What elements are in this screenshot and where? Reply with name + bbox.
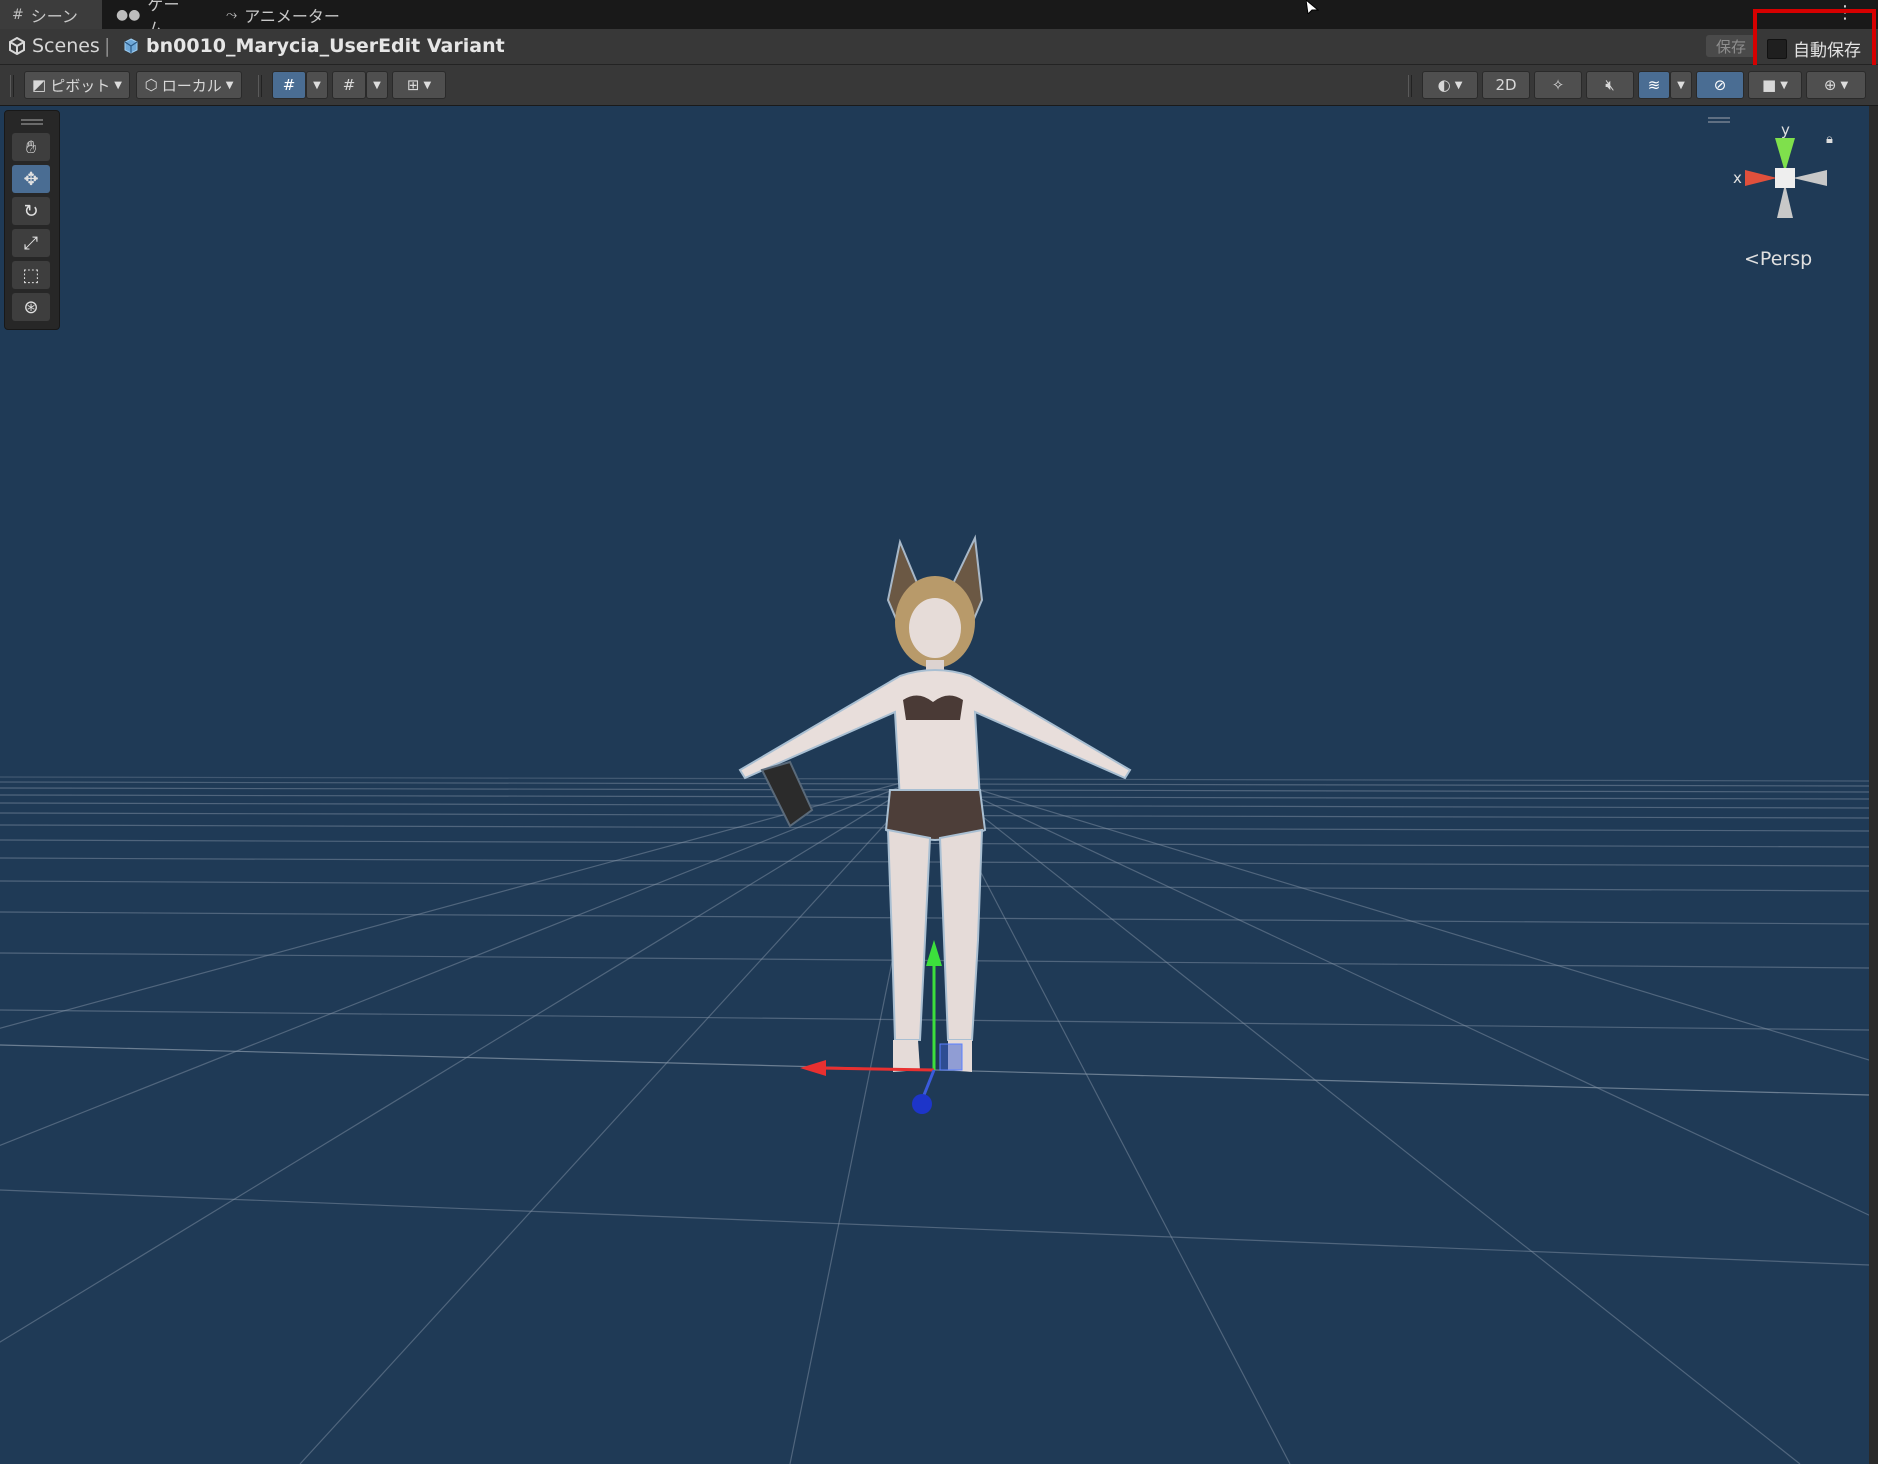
pivot-label: ピボット [50,76,111,95]
grid-ruler-dropdown[interactable]: ⊞ ▼ [392,71,446,99]
audio-toggle-button[interactable]: 🔇︎ [1586,71,1634,99]
rect-transform-icon: ⬚ [22,264,40,286]
effects-toggle-button[interactable]: ≋ [1638,71,1670,99]
tab-scene[interactable]: # シーン [0,0,102,29]
breadcrumb-separator: | [104,35,111,57]
chevron-down-icon: ▼ [373,79,381,91]
breadcrumb-scenes[interactable]: Scenes [8,35,100,57]
tools-overlay: ✋︎ ✥ ↻ ⤢ ⬚ ⊛ [4,110,60,330]
animator-icon: ⤳ [226,6,238,23]
unity-logo-icon [9,37,25,55]
chevron-down-icon: ▼ [114,79,122,91]
scene-breadcrumb: Scenes | bn0010_Marycia_UserEdit Variant… [0,29,1878,65]
chevron-down-icon: ▼ [1454,79,1463,91]
orientation-gizmo[interactable]: y x [1715,120,1845,240]
prefab-name: bn0010_Marycia_UserEdit Variant [146,35,505,57]
move-tool-button[interactable]: ✥ [12,165,50,193]
lighting-toggle-button[interactable]: ✧ [1534,71,1582,99]
hidden-eye-icon: ⊘ [1713,76,1727,94]
window-tab-bar: # シーン ●● ゲーム ⤳ アニメーター ⋮ [0,0,1878,38]
scale-tool-button[interactable]: ⤢ [12,229,50,257]
hand-tool-button[interactable]: ✋︎ [12,133,50,161]
chevron-down-icon: ▼ [423,79,432,91]
camera-settings-dropdown[interactable]: ■ ▼ [1748,71,1802,99]
rotate-icon: ↻ [23,200,39,222]
chevron-down-icon: ▼ [313,79,321,91]
save-button[interactable]: 保存 [1706,35,1756,57]
incremental-snap-button[interactable]: # [332,71,366,99]
lightbulb-icon: ✧ [1551,76,1565,94]
incremental-snap-icon: # [342,76,356,94]
tab-scene-label: シーン [30,6,78,26]
gizmo-globe-icon: ⊕ [1823,76,1837,94]
tab-game[interactable]: ●● ゲーム [104,0,204,38]
chevron-down-icon: ▼ [1840,79,1849,91]
grid-snap-button[interactable]: # [272,71,306,99]
toggle-2d-button[interactable]: 2D [1482,71,1530,99]
scene-viewport[interactable] [0,106,1869,1464]
chevron-down-icon: ▼ [1780,79,1788,91]
viewport-edge [1869,106,1878,1464]
chevron-left-icon: < [1744,248,1760,270]
rotate-tool-button[interactable]: ↻ [12,197,50,225]
scene-visibility-toggle[interactable]: ⊘ [1696,71,1744,99]
grid-snap-dropdown[interactable]: ▼ [306,71,328,99]
overlay-drag-handle[interactable] [21,119,43,125]
chevron-down-icon: ▼ [225,79,234,91]
toolbar-grip [1408,75,1412,97]
toolbar-grip [10,75,14,97]
camera-icon: ■ [1762,76,1777,94]
tab-animator[interactable]: ⤳ アニメーター [214,0,354,29]
grid-snap-icon: # [282,76,296,94]
space-dropdown[interactable]: ⬡ ローカル ▼ [136,71,242,99]
prefab-variant-icon [124,38,138,54]
effects-layers-icon: ≋ [1647,76,1661,94]
gizmo-x-label: x [1733,169,1742,187]
breadcrumb-scenes-label: Scenes [32,35,100,57]
chevron-down-icon: ▼ [1677,79,1685,91]
rect-tool-button[interactable]: ⬚ [12,261,50,289]
transform-icon: ⊛ [23,296,39,318]
local-cube-icon: ⬡ [144,76,158,94]
incremental-snap-dropdown[interactable]: ▼ [366,71,388,99]
scene-toolbar: ◩ ピボット ▼ ⬡ ローカル ▼ # ▼ # ▼ ⊞ ▼ ◐ ▼ 2D ✧ 🔇… [0,65,1878,106]
toolbar-grip [258,75,262,97]
speaker-mute-icon: 🔇︎ [1605,76,1615,94]
shading-mode-dropdown[interactable]: ◐ ▼ [1422,71,1478,99]
ruler-icon: ⊞ [406,76,420,94]
move-arrows-icon: ✥ [23,168,39,190]
projection-toggle[interactable]: <Persp [1744,248,1812,270]
scale-icon: ⤢ [23,232,39,254]
transform-tool-button[interactable]: ⊛ [12,293,50,321]
gizmos-dropdown[interactable]: ⊕ ▼ [1806,71,1866,99]
pivot-icon: ◩ [32,76,47,94]
pivot-dropdown[interactable]: ◩ ピボット ▼ [24,71,130,99]
space-label: ローカル [161,76,222,95]
mouse-cursor-icon [1306,0,1320,14]
shading-sphere-icon: ◐ [1437,76,1451,94]
gamepad-icon: ●● [116,6,141,23]
projection-label: Persp [1759,248,1813,270]
effects-dropdown[interactable]: ▼ [1670,71,1692,99]
hash-icon: # [12,6,24,23]
breadcrumb-prefab[interactable]: bn0010_Marycia_UserEdit Variant [122,35,505,57]
tab-animator-label: アニメーター [244,6,340,26]
gizmo-y-label: y [1781,121,1790,139]
hand-icon: ✋︎ [25,136,37,158]
